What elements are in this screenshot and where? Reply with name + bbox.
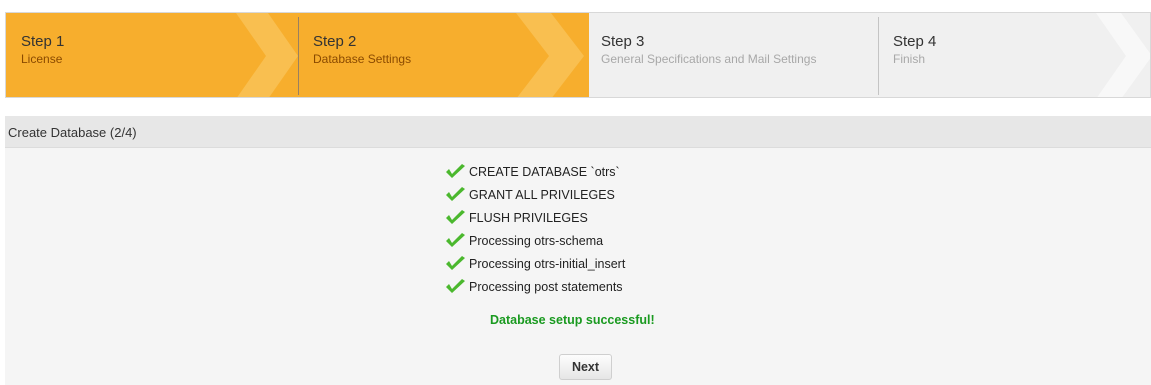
wizard-steps: Step 1 License Step 2 Database Settings … [5, 12, 1151, 98]
step-title: Step 1 [21, 33, 65, 50]
log-text: GRANT ALL PRIVILEGES [469, 187, 615, 202]
checkmark-icon [446, 232, 465, 247]
log-item: Processing post statements [445, 275, 625, 298]
log-item: Processing otrs-initial_insert [445, 252, 625, 275]
log-text: FLUSH PRIVILEGES [469, 210, 588, 225]
step-3: Step 3 General Specifications and Mail S… [586, 13, 876, 97]
log-item: GRANT ALL PRIVILEGES [445, 183, 625, 206]
step-1: Step 1 License [6, 13, 296, 97]
success-message: Database setup successful! [490, 313, 655, 327]
log-item: Processing otrs-schema [445, 229, 625, 252]
checkmark-icon [446, 209, 465, 224]
log-text: CREATE DATABASE `otrs` [469, 164, 620, 179]
setup-log: CREATE DATABASE `otrs` GRANT ALL PRIVILE… [445, 160, 625, 298]
checkmark-icon [446, 186, 465, 201]
panel-title: Create Database (2/4) [5, 116, 1151, 148]
step-title: Step 2 [313, 33, 357, 50]
log-item: FLUSH PRIVILEGES [445, 206, 625, 229]
log-item: CREATE DATABASE `otrs` [445, 160, 625, 183]
checkmark-icon [446, 163, 465, 178]
step-subtitle: Finish [893, 52, 926, 66]
step-2: Step 2 Database Settings [298, 13, 588, 97]
step-subtitle: General Specifications and Mail Settings [601, 52, 817, 66]
checkmark-icon [446, 255, 465, 270]
log-text: Processing otrs-initial_insert [469, 256, 626, 271]
checkmark-icon [446, 278, 465, 293]
next-button[interactable]: Next [559, 354, 612, 380]
log-text: Processing otrs-schema [469, 233, 604, 248]
log-text: Processing post statements [469, 279, 623, 294]
step-4: Step 4 Finish [878, 13, 1148, 97]
step-title: Step 3 [601, 33, 645, 50]
step-subtitle: License [21, 52, 63, 66]
step-title: Step 4 [893, 33, 937, 50]
step-subtitle: Database Settings [313, 52, 412, 66]
